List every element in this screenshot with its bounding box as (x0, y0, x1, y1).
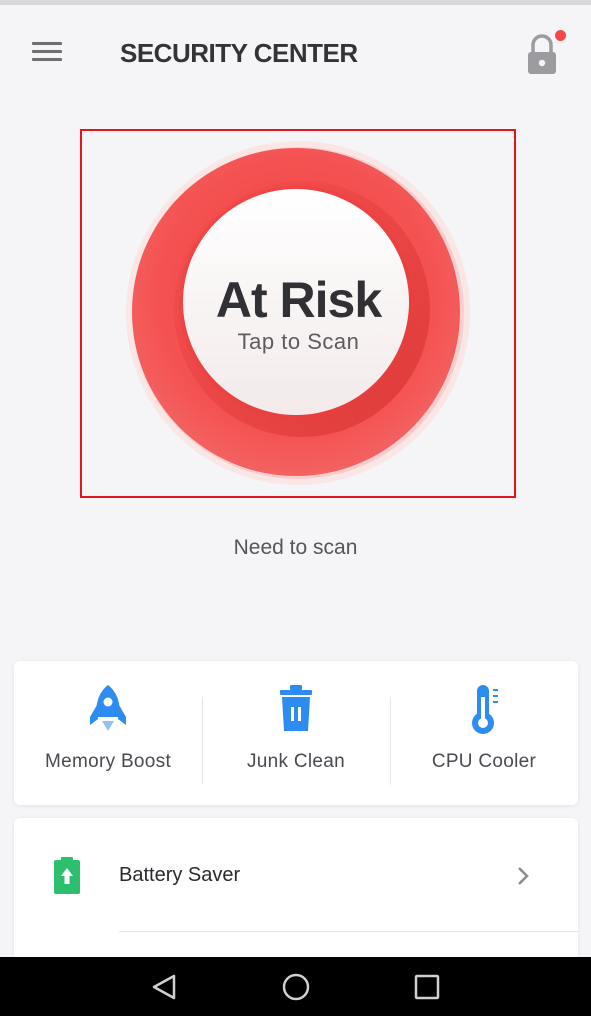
home-icon (282, 973, 310, 1001)
notification-dot (555, 30, 566, 41)
lock-button[interactable] (520, 30, 570, 80)
memory-boost-button[interactable]: Memory Boost (14, 661, 202, 805)
back-icon (152, 974, 176, 1000)
cpu-cooler-label: CPU Cooler (431, 751, 537, 772)
scan-button[interactable]: At Risk Tap to Scan (126, 137, 471, 495)
app-bar: SECURITY CENTER (0, 5, 591, 100)
recents-button[interactable] (407, 967, 447, 1007)
quick-tools-card: Memory Boost Junk Clean CPU Cooler (14, 661, 578, 805)
page-title: SECURITY CENTER (120, 38, 358, 68)
memory-boost-label: Memory Boost (44, 751, 172, 772)
hamburger-menu-icon[interactable] (28, 35, 68, 71)
trash-icon (280, 685, 312, 731)
rocket-icon (90, 685, 126, 731)
junk-clean-button[interactable]: Junk Clean (202, 661, 390, 805)
risk-status-label: At Risk (215, 272, 382, 328)
tap-to-scan-label: Tap to Scan (237, 329, 360, 354)
list-item-battery-saver[interactable]: Battery Saver (14, 818, 578, 933)
recents-icon (414, 974, 440, 1000)
scan-status-message: Need to scan (233, 536, 358, 559)
battery-icon (54, 857, 80, 894)
divider (119, 931, 578, 932)
back-button[interactable] (146, 967, 186, 1007)
feature-list-card: Battery Saver (14, 818, 578, 958)
chevron-right-icon (518, 867, 529, 885)
system-navigation-bar (0, 957, 591, 1016)
home-button[interactable] (276, 967, 316, 1007)
junk-clean-label: Junk Clean (246, 751, 346, 772)
cpu-cooler-button[interactable]: CPU Cooler (390, 661, 578, 805)
thermometer-icon (472, 685, 498, 734)
battery-saver-label: Battery Saver (119, 864, 241, 886)
